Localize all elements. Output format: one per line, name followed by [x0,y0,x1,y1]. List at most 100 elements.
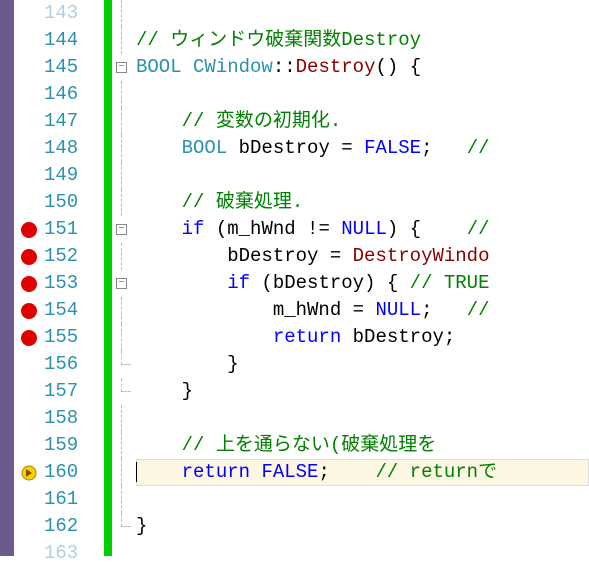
code-line[interactable]: if (m_hWnd != NULL) { // [136,216,589,243]
breakpoint-cell[interactable] [14,54,44,81]
line-number: 150 [44,189,78,216]
breakpoint-cell[interactable] [14,81,44,108]
fold-cell[interactable] [112,459,136,486]
token [136,461,182,483]
fold-cell[interactable] [112,27,136,54]
line-number: 145 [44,54,78,81]
breakpoint-cell[interactable] [14,135,44,162]
fold-guide [121,81,122,108]
fold-cell[interactable] [112,0,136,27]
fold-cell[interactable] [112,162,136,189]
breakpoint-cell[interactable] [14,351,44,378]
code-line[interactable] [136,540,589,556]
code-line[interactable]: BOOL CWindow::Destroy() { [136,54,589,81]
token: = [341,299,375,321]
token [136,137,182,159]
breakpoint-icon[interactable] [21,222,37,238]
breakpoint-icon[interactable] [21,276,37,292]
fold-guide [121,189,122,216]
token: // TRUE [410,272,490,294]
code-editor[interactable]: 1431441451461471481491501511521531541551… [0,0,589,556]
code-area[interactable]: // ウィンドウ破棄関数DestroyBOOL CWindow::Destroy… [136,0,589,556]
code-line[interactable]: return FALSE; // returnで [136,459,589,486]
token: () { [375,56,421,78]
token: bDestroy [227,245,318,267]
fold-cell[interactable]: − [112,54,136,81]
code-line[interactable]: BOOL bDestroy = FALSE; // [136,135,589,162]
execution-pointer-icon [21,465,37,481]
fold-column[interactable]: − − − [112,0,136,556]
fold-cell[interactable] [112,378,136,405]
breakpoint-cell[interactable] [14,378,44,405]
token: if [182,218,205,240]
fold-guide [121,405,122,432]
fold-cell[interactable] [112,405,136,432]
token: } [136,380,193,402]
breakpoint-cell[interactable] [14,432,44,459]
breakpoint-cell[interactable] [14,0,44,27]
breakpoint-cell[interactable] [14,513,44,540]
breakpoint-cell[interactable] [14,486,44,513]
fold-cell[interactable]: − [112,216,136,243]
breakpoint-icon[interactable] [21,330,37,346]
fold-collapse-icon[interactable]: − [116,62,127,73]
code-line[interactable] [136,0,589,27]
breakpoint-cell[interactable] [14,27,44,54]
fold-cell[interactable] [112,486,136,513]
code-line[interactable]: m_hWnd = NULL; // [136,297,589,324]
breakpoint-cell[interactable] [14,297,44,324]
code-line[interactable] [136,405,589,432]
fold-guide [121,486,122,513]
code-line[interactable]: if (bDestroy) { // TRUE [136,270,589,297]
code-line[interactable] [136,486,589,513]
token [136,434,182,456]
fold-guide [121,0,122,27]
fold-cell[interactable] [112,297,136,324]
code-line[interactable]: bDestroy = DestroyWindo [136,243,589,270]
code-line[interactable]: // 変数の初期化. [136,108,589,135]
code-line[interactable]: return bDestroy; [136,324,589,351]
breakpoint-cell[interactable] [14,540,44,567]
code-line[interactable]: // ウィンドウ破棄関数Destroy [136,27,589,54]
fold-end-icon [121,378,131,392]
code-line[interactable] [136,81,589,108]
code-line[interactable]: // 破棄処理. [136,189,589,216]
change-indicator-bar [104,0,112,556]
fold-cell[interactable]: − [112,270,136,297]
code-line[interactable]: // 上を通らない(破棄処理を [136,432,589,459]
breakpoint-cell[interactable] [14,405,44,432]
breakpoint-cell[interactable] [14,216,44,243]
fold-cell[interactable] [112,540,136,567]
line-number: 154 [44,297,78,324]
token: CWindow [193,56,273,78]
fold-cell[interactable] [112,351,136,378]
breakpoint-icon[interactable] [21,303,37,319]
code-line[interactable] [136,162,589,189]
breakpoint-cell[interactable] [14,189,44,216]
fold-cell[interactable] [112,243,136,270]
fold-cell[interactable] [112,189,136,216]
fold-cell[interactable] [112,324,136,351]
token: // [467,137,490,159]
breakpoint-cell[interactable] [14,108,44,135]
code-line[interactable]: } [136,351,589,378]
breakpoint-cell[interactable] [14,162,44,189]
code-line[interactable]: } [136,378,589,405]
code-line[interactable]: } [136,513,589,540]
breakpoint-cell[interactable] [14,459,44,486]
fold-collapse-icon[interactable]: − [116,224,127,235]
breakpoint-icon[interactable] [21,249,37,265]
breakpoint-column[interactable] [14,0,44,556]
fold-cell[interactable] [112,432,136,459]
breakpoint-cell[interactable] [14,324,44,351]
fold-cell[interactable] [112,108,136,135]
fold-cell[interactable] [112,135,136,162]
line-number: 149 [44,162,78,189]
token: ; [421,137,467,159]
token [341,326,352,348]
breakpoint-cell[interactable] [14,243,44,270]
fold-collapse-icon[interactable]: − [116,278,127,289]
breakpoint-cell[interactable] [14,270,44,297]
fold-cell[interactable] [112,513,136,540]
fold-cell[interactable] [112,81,136,108]
